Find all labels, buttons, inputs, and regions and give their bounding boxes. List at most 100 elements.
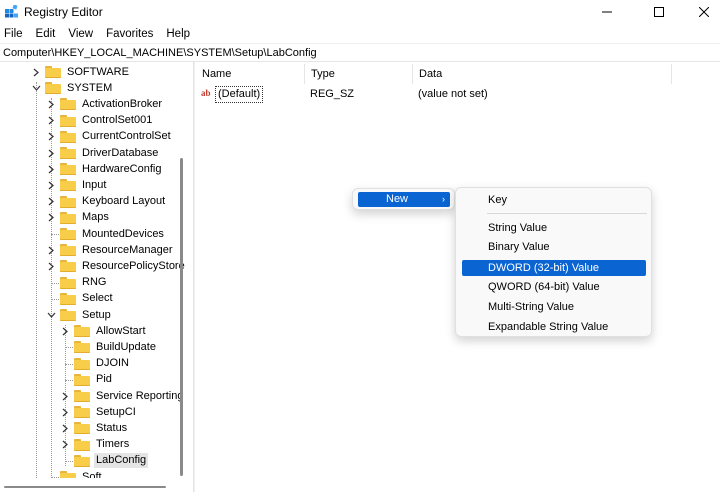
chevron-right-icon[interactable] bbox=[59, 404, 71, 420]
submenu-item-label: Key bbox=[488, 194, 507, 206]
key-tree[interactable]: SOFTWARE SYSTEM ActivationBroker ControlSet… bbox=[0, 62, 190, 478]
chevron-right-icon[interactable] bbox=[45, 113, 57, 129]
chevron-down-icon[interactable] bbox=[45, 307, 57, 323]
tree-item-setupci[interactable]: SetupCI bbox=[59, 404, 138, 420]
submenu-item-qword-value[interactable]: QWORD (64-bit) Value bbox=[462, 279, 646, 295]
maximize-icon bbox=[654, 6, 664, 17]
new-submenu: Key String Value Binary Value DWORD (32-… bbox=[455, 187, 652, 337]
tree-item-setup[interactable]: Setup bbox=[45, 307, 113, 323]
chevron-right-icon[interactable] bbox=[45, 129, 57, 145]
chevron-right-icon[interactable] bbox=[45, 242, 57, 258]
folder-icon bbox=[74, 325, 90, 338]
tree-item-system[interactable]: SYSTEM bbox=[30, 80, 114, 96]
tree-item-soft[interactable]: Soft bbox=[45, 469, 104, 478]
menu-file[interactable]: File bbox=[0, 25, 30, 43]
tree-spacer bbox=[45, 226, 59, 242]
address-path[interactable]: Computer\HKEY_LOCAL_MACHINE\SYSTEM\Setup… bbox=[3, 47, 317, 59]
tree-item-resourcemanager[interactable]: ResourceManager bbox=[45, 242, 175, 258]
submenu-item-label: DWORD (32-bit) Value bbox=[488, 262, 600, 274]
tree-item-hardwareconfig[interactable]: HardwareConfig bbox=[45, 161, 163, 177]
chevron-right-icon[interactable] bbox=[45, 161, 57, 177]
table-row[interactable]: ab (Default) REG_SZ (value not set) bbox=[196, 86, 674, 103]
chevron-right-icon[interactable] bbox=[45, 96, 57, 112]
tree-item-timers[interactable]: Timers bbox=[59, 437, 131, 453]
menu-edit[interactable]: Edit bbox=[30, 25, 63, 43]
tree-item-status[interactable]: Status bbox=[59, 420, 129, 436]
column-divider[interactable] bbox=[671, 64, 672, 84]
tree-item-mounteddevices[interactable]: MountedDevices bbox=[45, 226, 166, 242]
tree-vertical-scrollbar[interactable] bbox=[180, 158, 183, 476]
tree-connector bbox=[65, 363, 73, 365]
tree-item-label: Maps bbox=[82, 211, 109, 224]
close-button[interactable] bbox=[681, 0, 720, 23]
chevron-right-icon[interactable] bbox=[45, 145, 57, 161]
tree-connector bbox=[65, 460, 73, 462]
folder-icon bbox=[60, 114, 76, 127]
tree-item-resourcepolicystore[interactable]: ResourcePolicyStore bbox=[45, 258, 187, 274]
column-name[interactable]: Name bbox=[196, 64, 231, 84]
submenu-item-multi-string-value[interactable]: Multi-String Value bbox=[462, 299, 646, 315]
tree-item-pid[interactable]: Pid bbox=[59, 372, 114, 388]
tree-item-label: DJOIN bbox=[96, 357, 129, 370]
tree-item-label: RNG bbox=[82, 276, 107, 289]
menu-favorites[interactable]: Favorites bbox=[100, 25, 160, 43]
chevron-right-icon[interactable] bbox=[59, 388, 71, 404]
tree-spacer bbox=[45, 291, 59, 307]
submenu-item-key[interactable]: Key bbox=[462, 192, 646, 208]
title-bar[interactable]: Registry Editor bbox=[0, 0, 720, 23]
tree-item-software[interactable]: SOFTWARE bbox=[30, 64, 131, 80]
tree-item-service-reporting[interactable]: Service Reporting bbox=[59, 388, 185, 404]
folder-icon bbox=[45, 82, 61, 95]
chevron-right-icon[interactable] bbox=[45, 177, 57, 193]
tree-item-label: ResourcePolicyStore bbox=[82, 259, 185, 272]
tree-item-activationbroker[interactable]: ActivationBroker bbox=[45, 96, 164, 112]
tree-item-labconfig[interactable]: LabConfig bbox=[59, 453, 149, 469]
tree-item-djoin[interactable]: DJOIN bbox=[59, 356, 131, 372]
chevron-down-icon[interactable] bbox=[30, 80, 42, 96]
submenu-item-expandable-string-value[interactable]: Expandable String Value bbox=[462, 319, 646, 335]
tree-item-driverdatabase[interactable]: DriverDatabase bbox=[45, 145, 160, 161]
tree-item-keyboard-layout[interactable]: Keyboard Layout bbox=[45, 194, 167, 210]
column-type[interactable]: Type bbox=[305, 64, 335, 84]
tree-item-label: Select bbox=[82, 292, 113, 305]
submenu-item-dword-value[interactable]: DWORD (32-bit) Value bbox=[462, 260, 646, 276]
submenu-item-label: String Value bbox=[488, 222, 548, 234]
tree-horizontal-scrollbar[interactable] bbox=[4, 486, 166, 488]
chevron-right-icon[interactable] bbox=[45, 194, 57, 210]
chevron-right-icon[interactable] bbox=[59, 420, 71, 436]
tree-item-label: Timers bbox=[96, 438, 130, 451]
folder-icon bbox=[60, 98, 76, 111]
tree-item-rng[interactable]: RNG bbox=[45, 275, 108, 291]
tree-item-input[interactable]: Input bbox=[45, 177, 108, 193]
chevron-right-icon[interactable] bbox=[45, 258, 57, 274]
window-title: Registry Editor bbox=[24, 5, 103, 19]
menu-view[interactable]: View bbox=[62, 25, 100, 43]
submenu-item-label: Binary Value bbox=[488, 241, 550, 253]
chevron-right-icon[interactable] bbox=[45, 210, 57, 226]
pane-splitter[interactable] bbox=[193, 62, 195, 492]
address-bar[interactable]: Computer\HKEY_LOCAL_MACHINE\SYSTEM\Setup… bbox=[0, 43, 720, 62]
menu-item-new-label: New bbox=[386, 193, 409, 205]
column-data[interactable]: Data bbox=[413, 64, 442, 84]
folder-icon bbox=[60, 276, 76, 289]
submenu-item-label: Multi-String Value bbox=[488, 301, 574, 313]
folder-icon bbox=[60, 163, 76, 176]
minimize-icon bbox=[602, 11, 612, 12]
tree-item-buildupdate[interactable]: BuildUpdate bbox=[59, 339, 158, 355]
tree-item-maps[interactable]: Maps bbox=[45, 210, 111, 226]
chevron-right-icon[interactable] bbox=[30, 64, 42, 80]
tree-item-currentcontrolset[interactable]: CurrentControlSet bbox=[45, 129, 173, 145]
menu-item-new[interactable]: New › bbox=[358, 192, 450, 207]
tree-item-label: CurrentControlSet bbox=[82, 130, 171, 143]
menu-help[interactable]: Help bbox=[160, 25, 197, 43]
value-name[interactable]: (Default) bbox=[214, 86, 264, 103]
maximize-button[interactable] bbox=[636, 0, 682, 23]
tree-item-allowstart[interactable]: AllowStart bbox=[59, 323, 148, 339]
chevron-right-icon[interactable] bbox=[59, 437, 71, 453]
tree-item-select[interactable]: Select bbox=[45, 291, 115, 307]
minimize-button[interactable] bbox=[584, 0, 630, 23]
submenu-item-binary-value[interactable]: Binary Value bbox=[462, 239, 646, 255]
chevron-right-icon[interactable] bbox=[59, 323, 71, 339]
submenu-item-string-value[interactable]: String Value bbox=[462, 220, 646, 236]
tree-item-controlset001[interactable]: ControlSet001 bbox=[45, 113, 154, 129]
